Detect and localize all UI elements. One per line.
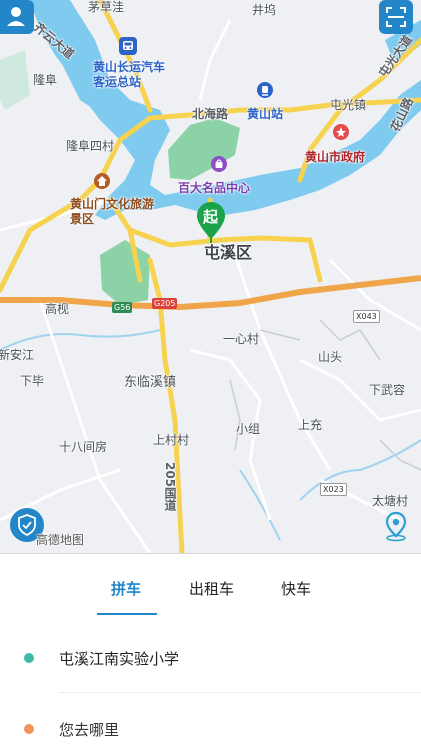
shield-x023: X023 <box>320 483 347 496</box>
label-xinanjiang: 新安江 <box>0 348 35 362</box>
shopping-icon[interactable] <box>211 156 227 172</box>
user-icon <box>7 7 25 26</box>
label-longfu-4-village: 隆阜四村 <box>66 139 115 153</box>
label-city-government: 黄山市政府 <box>305 150 366 164</box>
label-xiawurong: 下武容 <box>369 383 406 397</box>
train-station-icon[interactable] <box>257 82 273 98</box>
label-taitang-village: 太塘村 <box>372 494 409 508</box>
map-view[interactable]: 茅草洼 井坞 齐云大道 黄山长运汽车客运总站 隆阜 北海路 黄山站 屯光镇 屯光… <box>0 0 421 553</box>
locate-button[interactable] <box>381 510 411 542</box>
label-maocaowa: 茅草洼 <box>88 0 125 14</box>
shield-g56: G56 <box>112 302 133 313</box>
government-icon[interactable] <box>333 124 349 140</box>
tab-taxi[interactable]: 出租车 <box>189 578 234 599</box>
label-xiabi: 下毕 <box>20 374 45 388</box>
scan-icon <box>386 7 406 27</box>
pickup-dot-icon <box>24 653 34 663</box>
scenic-spot-icon[interactable] <box>94 173 110 189</box>
bus-icon[interactable] <box>119 37 137 55</box>
booking-panel: 拼车 出租车 快车 屯溪江南实验小学 您去哪里 <box>0 553 421 750</box>
label-shangcun-village: 上村村 <box>153 433 190 447</box>
gaode-map-logo: 高德地图 <box>36 533 85 547</box>
label-donglinxi-town: 东临溪镇 <box>124 375 177 390</box>
start-marker-label: 起 <box>203 208 219 226</box>
label-yixin-village: 一心村 <box>223 332 260 346</box>
label-gaoqiao: 高枧 <box>45 302 70 316</box>
pickup-row[interactable]: 屯溪江南实验小学 <box>0 646 421 686</box>
destination-dot-icon <box>24 724 34 734</box>
label-shantou: 山头 <box>318 350 343 364</box>
label-xiaozu: 小组 <box>236 422 261 436</box>
label-national-road-205: 205国道 <box>163 462 177 512</box>
tab-express[interactable]: 快车 <box>281 578 311 599</box>
destination-input[interactable]: 您去哪里 <box>59 719 119 740</box>
label-beihai-road: 北海路 <box>192 107 229 121</box>
active-tab-indicator <box>97 613 157 615</box>
label-shibajianfang: 十八间房 <box>59 440 108 454</box>
label-bus-station: 黄山长运汽车客运总站 <box>93 60 166 89</box>
destination-row[interactable]: 您去哪里 <box>0 717 421 750</box>
shield-g205: G205 <box>152 298 178 309</box>
label-tunxi-district: 屯溪区 <box>204 243 253 262</box>
ride-type-tabs: 拼车 出租车 快车 <box>0 578 421 618</box>
location-icon <box>385 511 407 542</box>
label-tunguang-town: 屯光镇 <box>330 98 367 112</box>
tab-carpool[interactable]: 拼车 <box>111 578 141 599</box>
map-base-layer <box>0 0 421 553</box>
label-jingwu: 井坞 <box>252 3 277 17</box>
label-shangchong: 上充 <box>298 418 323 432</box>
row-divider <box>59 692 421 693</box>
label-cultural-tourism-area: 黄山门文化旅游景区 <box>70 197 155 226</box>
start-marker[interactable]: 起 <box>196 201 226 243</box>
label-baida-center: 百大名品中心 <box>178 181 251 195</box>
pickup-location[interactable]: 屯溪江南实验小学 <box>59 648 179 669</box>
scan-button[interactable] <box>379 0 413 34</box>
user-button[interactable] <box>0 0 34 34</box>
shield-x043: X043 <box>353 310 380 323</box>
label-huangshan-station: 黄山站 <box>247 107 284 121</box>
label-longfu: 隆阜 <box>33 73 58 87</box>
